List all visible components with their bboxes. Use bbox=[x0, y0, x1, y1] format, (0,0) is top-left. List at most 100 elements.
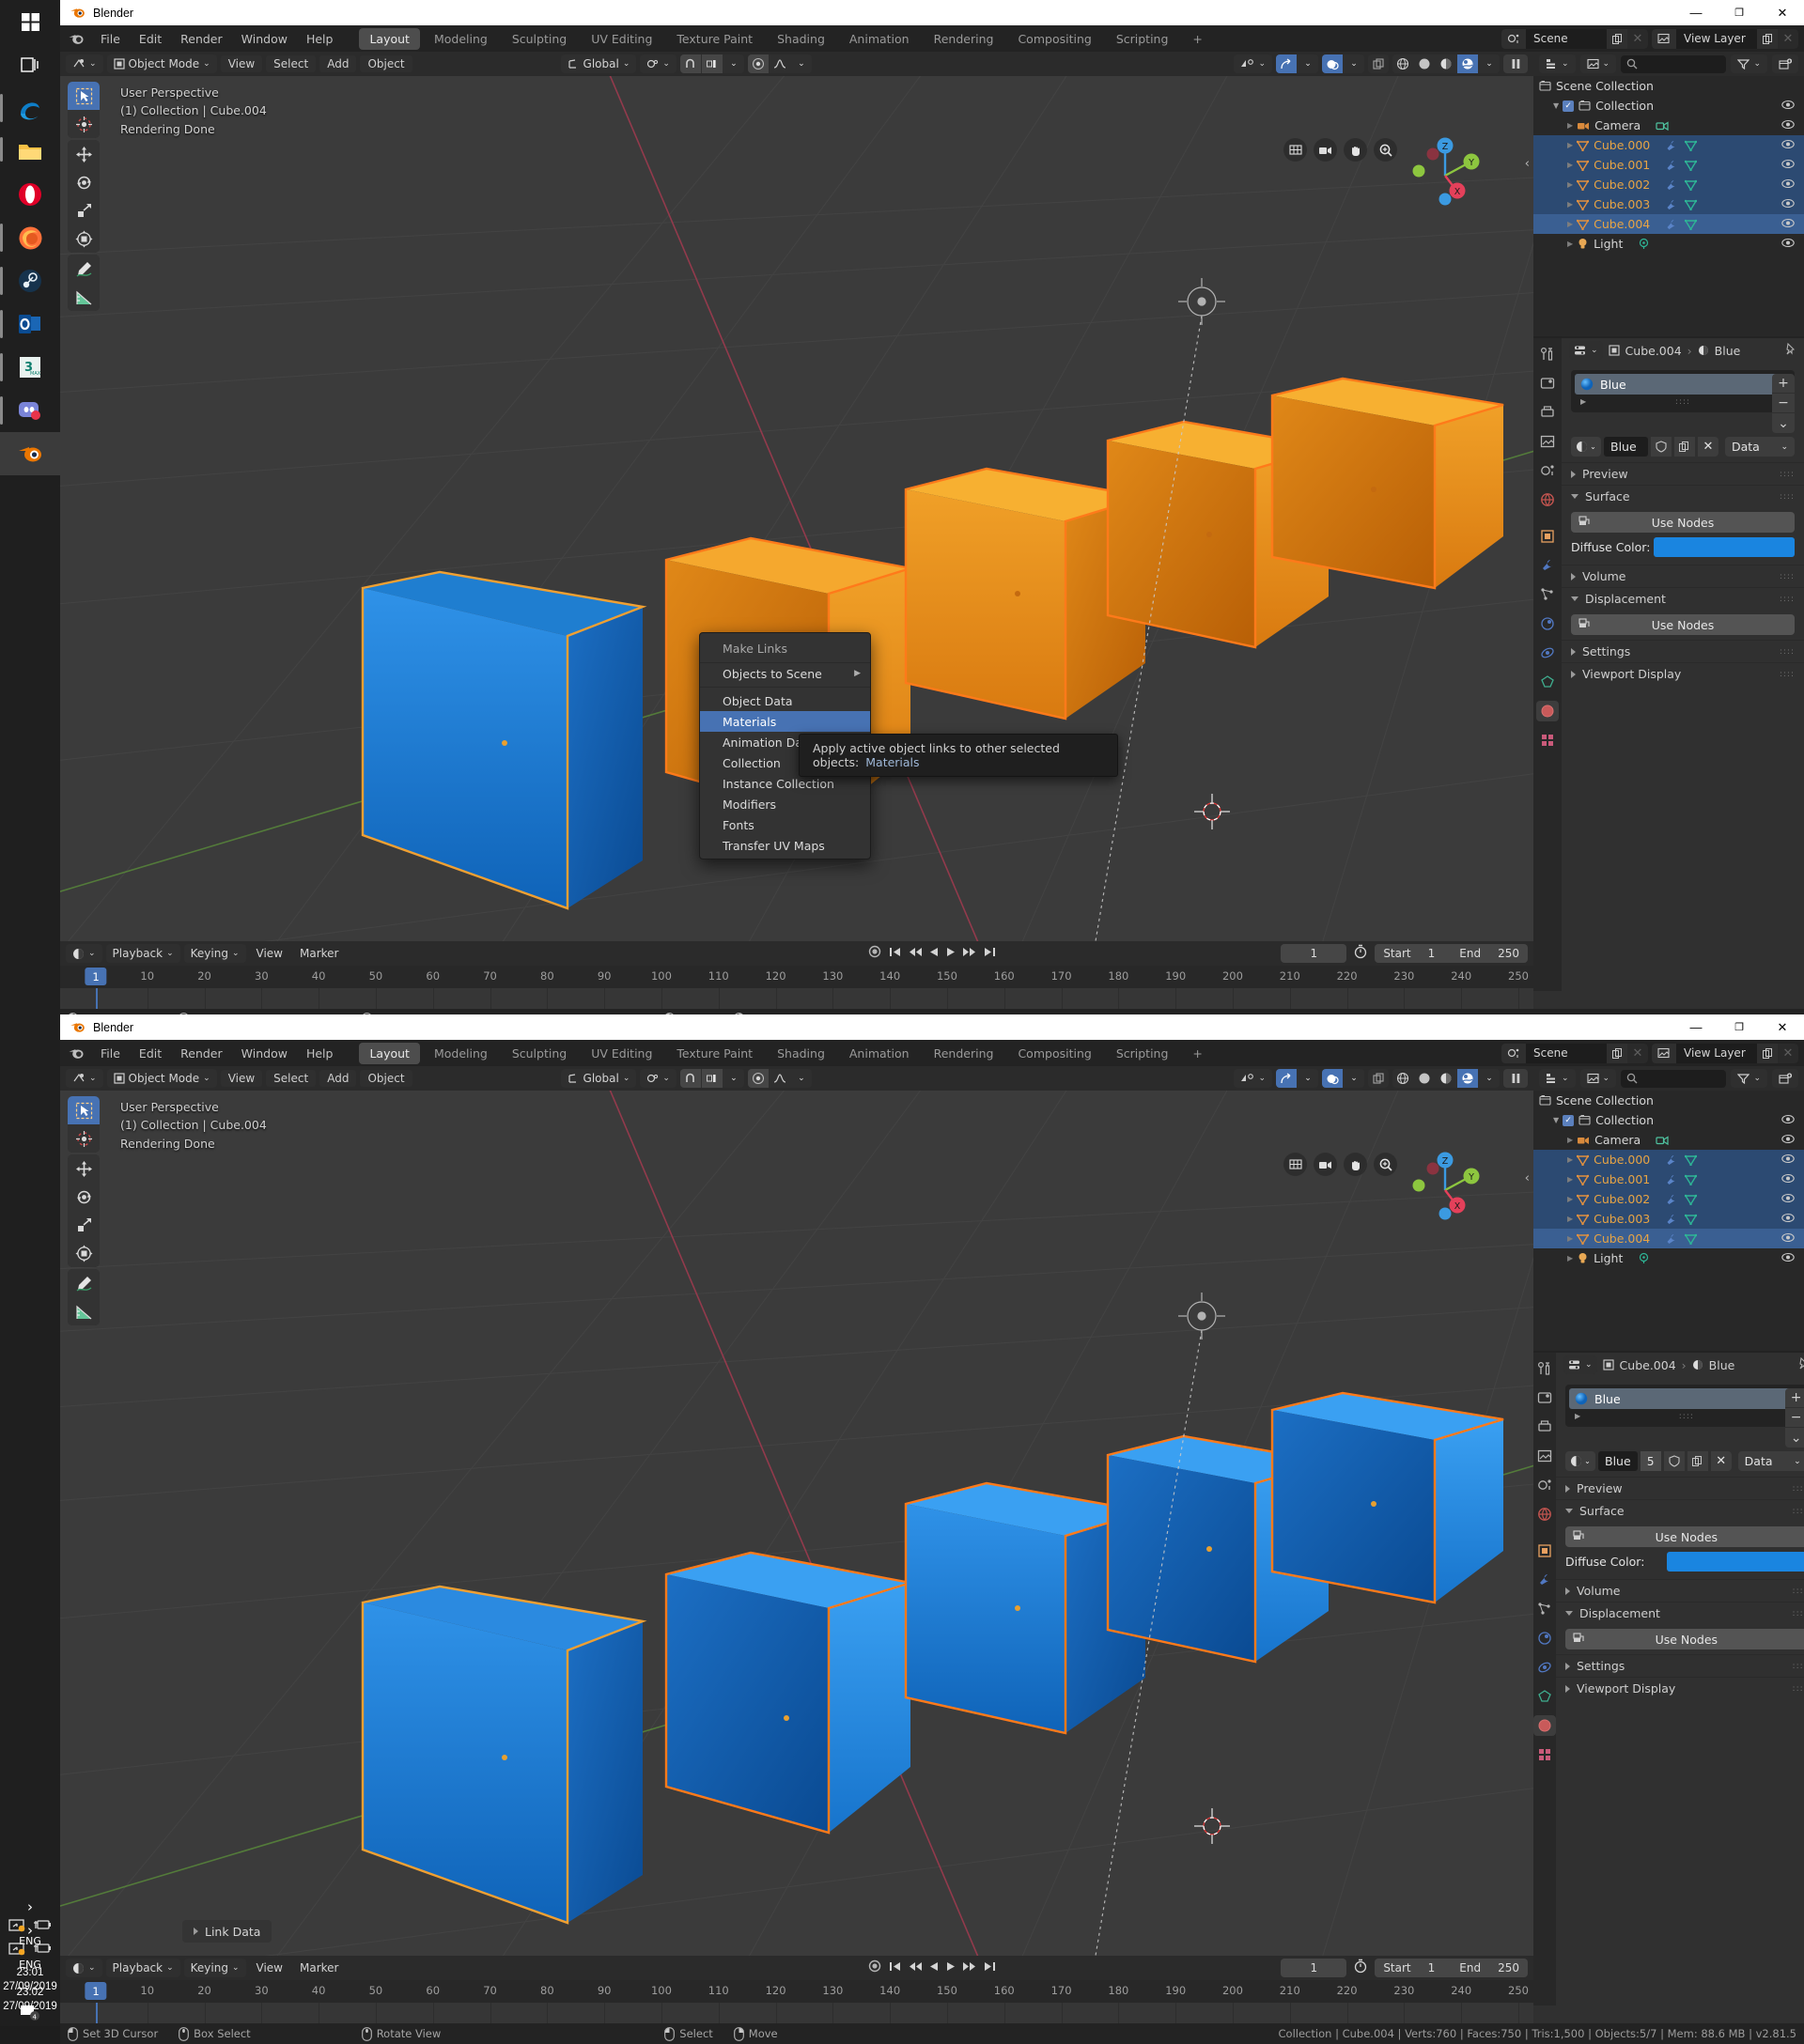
snap-target-icon[interactable] bbox=[701, 1069, 723, 1088]
pause-render-icon[interactable] bbox=[1503, 1069, 1528, 1088]
material-tab[interactable] bbox=[1533, 1715, 1556, 1736]
new-collection-button[interactable] bbox=[1772, 1069, 1798, 1088]
rendered-shading-icon[interactable] bbox=[1457, 1069, 1478, 1088]
panel-grip[interactable]: :::: bbox=[1780, 595, 1795, 604]
falloff-icon[interactable] bbox=[769, 54, 790, 73]
displacement-use-nodes-button-top[interactable]: Use Nodes bbox=[1571, 614, 1795, 635]
jump-to-start-icon[interactable] bbox=[888, 946, 902, 962]
timeline-menu-playback[interactable]: Playback ⌄ bbox=[105, 944, 180, 963]
pause-render-icon[interactable] bbox=[1503, 54, 1528, 73]
material-tab[interactable] bbox=[1536, 701, 1559, 721]
modifier-icon[interactable] bbox=[1665, 1233, 1677, 1245]
mesh-data-icon[interactable] bbox=[1685, 1214, 1698, 1225]
editor-type-selector[interactable]: ⌄ bbox=[66, 1069, 103, 1088]
modifier-icon[interactable] bbox=[1665, 1214, 1677, 1225]
measure-tool[interactable] bbox=[68, 1297, 100, 1325]
gizmo-dropdown-icon[interactable]: ⌄ bbox=[1298, 54, 1318, 73]
physics-tab[interactable] bbox=[1536, 613, 1559, 634]
visibility-eye-icon[interactable] bbox=[1781, 118, 1795, 132]
outliner-display-mode[interactable]: ⌄ bbox=[1539, 54, 1576, 73]
file-explorer-icon[interactable] bbox=[0, 130, 60, 173]
move-tool[interactable] bbox=[68, 1154, 100, 1183]
material-name-field[interactable]: Blue bbox=[1604, 437, 1648, 457]
constraint-tab[interactable] bbox=[1533, 1657, 1556, 1678]
delete-scene-button[interactable]: ✕ bbox=[1627, 28, 1648, 49]
expand-collapse-icon[interactable]: ▶ bbox=[1567, 220, 1573, 228]
outliner-row-cube-000[interactable]: ▶ Cube.000 bbox=[1533, 135, 1804, 155]
menu-edit[interactable]: Edit bbox=[131, 29, 170, 49]
tool-tab[interactable] bbox=[1536, 344, 1559, 364]
outliner-row-scene-collection[interactable]: Scene Collection bbox=[1533, 1091, 1804, 1110]
timeline-playhead[interactable]: 1 bbox=[85, 968, 107, 985]
workspace-tab-compositing[interactable]: Compositing bbox=[1007, 28, 1101, 50]
fake-user-button[interactable] bbox=[1651, 437, 1672, 457]
discord-icon[interactable] bbox=[0, 389, 60, 432]
remove-material-slot-button[interactable]: − bbox=[1784, 1408, 1804, 1428]
scene-tab[interactable] bbox=[1536, 460, 1559, 481]
jump-to-end-icon[interactable] bbox=[983, 946, 997, 962]
tweak-tool[interactable] bbox=[68, 1096, 100, 1124]
mesh-data-icon[interactable] bbox=[1685, 179, 1698, 191]
minimize-button[interactable]: — bbox=[1674, 1014, 1718, 1040]
visibility-eye-icon[interactable] bbox=[1781, 217, 1795, 231]
breadcrumb-material[interactable]: Blue bbox=[1709, 1358, 1735, 1372]
wireframe-shading-icon[interactable] bbox=[1392, 1069, 1413, 1088]
outlook-icon[interactable] bbox=[0, 302, 60, 346]
panel-grip[interactable]: :::: bbox=[1793, 1484, 1804, 1494]
timeline-menu-view[interactable]: View bbox=[250, 944, 289, 963]
mesh-data-icon[interactable] bbox=[1685, 219, 1698, 230]
mesh-data-icon[interactable] bbox=[1685, 1233, 1698, 1245]
mesh-data-icon[interactable] bbox=[1685, 1154, 1698, 1166]
visibility-eye-icon[interactable] bbox=[1781, 138, 1795, 152]
timeline-menu-keying[interactable]: Keying ⌄ bbox=[183, 1959, 246, 1977]
render-tab[interactable] bbox=[1536, 373, 1559, 394]
browse-material-button[interactable]: ⌄ bbox=[1571, 437, 1601, 457]
panel-settings-top[interactable]: Settings:::: bbox=[1562, 640, 1804, 662]
pin-icon[interactable] bbox=[1797, 1356, 1804, 1372]
rendered-shading-icon[interactable] bbox=[1457, 54, 1478, 73]
current-frame-field[interactable]: 1 bbox=[1281, 944, 1347, 963]
menu-item-fonts[interactable]: Fonts bbox=[700, 814, 870, 835]
measure-tool[interactable] bbox=[68, 283, 100, 311]
maximize-button[interactable]: ❐ bbox=[1718, 0, 1761, 25]
world-tab[interactable] bbox=[1533, 1504, 1556, 1525]
timeline-menu-marker[interactable]: Marker bbox=[293, 944, 345, 963]
panel-grip[interactable]: :::: bbox=[1793, 1587, 1804, 1596]
expand-collapse-icon[interactable]: ▼ bbox=[1553, 1116, 1559, 1124]
new-viewlayer-button[interactable] bbox=[1757, 1043, 1778, 1063]
annotate-tool[interactable] bbox=[68, 255, 100, 283]
grid-toggle-icon[interactable] bbox=[1283, 138, 1307, 162]
new-scene-button[interactable] bbox=[1607, 1043, 1627, 1063]
material-slot-specials-button[interactable]: ⌄ bbox=[1772, 413, 1795, 433]
workspace-tab-scripting[interactable]: Scripting bbox=[1106, 28, 1179, 50]
panel-viewport-display-top[interactable]: Viewport Display:::: bbox=[1562, 662, 1804, 685]
prev-keyframe-icon[interactable] bbox=[908, 1960, 923, 1976]
new-collection-button[interactable] bbox=[1772, 54, 1798, 73]
timeline-playhead[interactable]: 1 bbox=[85, 1982, 107, 2000]
viewlayer-tab[interactable] bbox=[1533, 1446, 1556, 1466]
play-icon[interactable] bbox=[945, 946, 956, 962]
scale-tool[interactable] bbox=[68, 1211, 100, 1239]
workspace-tab-sculpting[interactable]: Sculpting bbox=[502, 28, 577, 50]
play-icon[interactable] bbox=[945, 1960, 956, 1976]
timeline-track-area-bottom[interactable] bbox=[60, 2003, 1533, 2023]
panel-displacement-top[interactable]: Displacement:::: bbox=[1562, 587, 1804, 610]
menu-item-modifiers[interactable]: Modifiers bbox=[700, 794, 870, 814]
rotate-tool[interactable] bbox=[68, 1183, 100, 1211]
jump-to-start-icon[interactable] bbox=[888, 1960, 902, 1976]
new-material-button[interactable] bbox=[1687, 1451, 1708, 1471]
menu-file[interactable]: File bbox=[92, 1044, 129, 1063]
outliner-row-collection[interactable]: ▼ ✓ Collection bbox=[1533, 96, 1804, 116]
falloff-icon[interactable] bbox=[769, 1069, 790, 1088]
editor-type-selector[interactable]: ⌄ bbox=[66, 54, 103, 73]
play-reverse-icon[interactable] bbox=[928, 946, 940, 962]
tray-expand-icon[interactable]: › bbox=[27, 1898, 33, 1915]
mesh-data-icon[interactable] bbox=[1685, 1174, 1698, 1185]
visibility-eye-icon[interactable] bbox=[1781, 178, 1795, 192]
overlays-dropdown-icon[interactable]: ⌄ bbox=[1344, 54, 1364, 73]
visibility-eye-icon[interactable] bbox=[1781, 1212, 1795, 1226]
delete-viewlayer-button[interactable]: ✕ bbox=[1778, 1043, 1798, 1063]
outliner-row-cube-003[interactable]: ▶ Cube.003 bbox=[1533, 194, 1804, 214]
material-slot-resize[interactable]: ▶ :::: bbox=[1569, 1409, 1804, 1423]
transform-tool[interactable] bbox=[68, 1239, 100, 1267]
